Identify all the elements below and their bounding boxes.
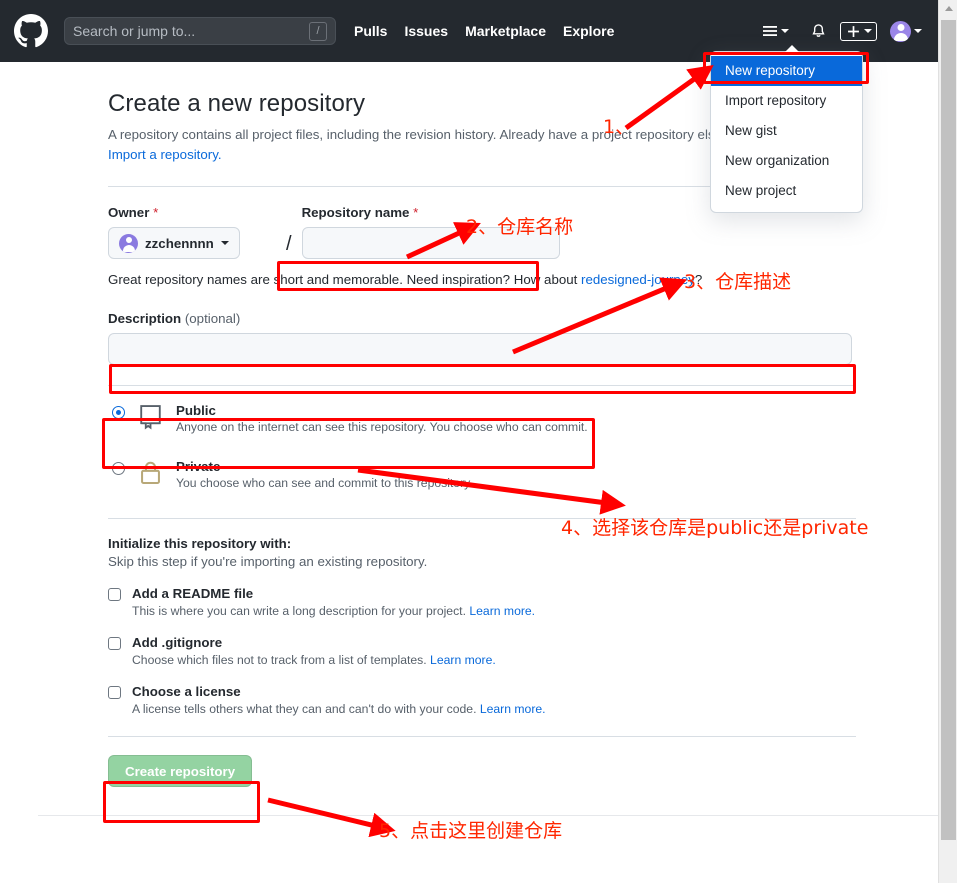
readme-learn-more-link[interactable]: Learn more. xyxy=(469,604,535,618)
chevron-down-icon xyxy=(914,29,922,33)
description-optional-label: (optional) xyxy=(184,311,241,326)
nav-marketplace[interactable]: Marketplace xyxy=(465,23,546,39)
private-radio[interactable] xyxy=(112,462,125,475)
scroll-up-button[interactable] xyxy=(939,0,957,17)
suggested-name-link[interactable]: redesigned-journey xyxy=(581,272,695,287)
divider xyxy=(108,385,856,386)
menu-item-new-organization[interactable]: New organization xyxy=(711,146,862,176)
description-input[interactable] xyxy=(108,333,852,365)
suggestion-prefix: Great repository names are short and mem… xyxy=(108,272,582,287)
license-description-text: A license tells others what they can and… xyxy=(132,702,477,716)
owner-avatar-icon xyxy=(119,233,138,253)
menu-item-new-repository[interactable]: New repository xyxy=(711,56,862,86)
public-description: Anyone on the internet can see this repo… xyxy=(176,420,588,434)
dropdown-caret-icon xyxy=(785,45,799,52)
public-text: Public Anyone on the internet can see th… xyxy=(176,403,588,434)
owner-select-button[interactable]: zzchennnn xyxy=(108,227,240,259)
scrollbar-thumb[interactable] xyxy=(941,20,956,840)
owner-label-text: Owner xyxy=(108,205,150,220)
description-label: Description (optional) xyxy=(108,311,938,326)
create-new-dropdown-menu: New repository Import repository New gis… xyxy=(710,45,863,213)
plus-icon xyxy=(848,25,859,37)
lock-icon xyxy=(137,459,164,491)
owner-required-mark: * xyxy=(153,205,159,220)
visibility-option-public[interactable]: Public Anyone on the internet can see th… xyxy=(108,394,938,444)
divider xyxy=(108,736,856,737)
gitignore-checkbox[interactable] xyxy=(108,637,121,650)
bell-icon[interactable] xyxy=(810,23,827,40)
license-learn-more-link[interactable]: Learn more. xyxy=(480,702,546,716)
nav-pulls[interactable]: Pulls xyxy=(354,23,387,39)
import-repository-link[interactable]: Import a repository. xyxy=(108,147,222,162)
readme-description-text: This is where you can write a long descr… xyxy=(132,604,466,618)
annotation-label-4: 4、选择该仓库是public还是private xyxy=(561,517,869,539)
chevron-down-icon xyxy=(781,29,789,33)
annotation-label-3: 3、仓库描述 xyxy=(684,271,792,293)
chevron-down-icon xyxy=(220,241,229,245)
search-placeholder: Search or jump to... xyxy=(73,23,196,39)
visibility-option-private[interactable]: Private You choose who can see and commi… xyxy=(108,450,938,500)
option-choose-license[interactable]: Choose a license xyxy=(108,684,938,699)
annotation-label-5: 5、点击这里创建仓库 xyxy=(379,820,563,842)
search-input[interactable]: Search or jump to... / xyxy=(64,17,336,45)
owner-field: Owner * zzchennnn xyxy=(108,205,276,259)
owner-name: zzchennnn xyxy=(145,235,214,251)
hamburger-menu-icon[interactable] xyxy=(762,23,789,39)
option-add-gitignore[interactable]: Add .gitignore xyxy=(108,635,938,650)
readme-checkbox[interactable] xyxy=(108,588,121,601)
gitignore-learn-more-link[interactable]: Learn more. xyxy=(430,653,496,667)
chevron-up-icon xyxy=(944,6,953,11)
chevron-down-icon xyxy=(864,29,872,33)
license-title: Choose a license xyxy=(132,684,241,699)
public-title: Public xyxy=(176,403,216,418)
vertical-scrollbar[interactable] xyxy=(938,0,957,883)
create-new-button[interactable] xyxy=(840,21,877,41)
initialize-subheading: Skip this step if you're importing an ex… xyxy=(108,554,428,569)
page-scroll-area: Search or jump to... / Pulls Issues Mark… xyxy=(0,0,938,883)
option-add-readme[interactable]: Add a README file xyxy=(108,586,938,601)
annotation-label-2: 2、仓库名称 xyxy=(466,216,574,238)
gitignore-title: Add .gitignore xyxy=(132,635,223,650)
annotation-label-1: 1、 xyxy=(603,116,635,138)
nav-explore[interactable]: Explore xyxy=(563,23,614,39)
gitignore-description-text: Choose which files not to track from a l… xyxy=(132,653,427,667)
readme-description: This is where you can write a long descr… xyxy=(132,604,938,618)
create-repository-button[interactable]: Create repository xyxy=(108,755,253,787)
repository-name-label-text: Repository name xyxy=(301,205,410,220)
visibility-options: Public Anyone on the internet can see th… xyxy=(108,394,938,500)
repo-book-icon xyxy=(137,403,164,435)
primary-nav: Pulls Issues Marketplace Explore xyxy=(354,23,614,39)
owner-label: Owner * xyxy=(108,205,276,220)
nav-issues[interactable]: Issues xyxy=(404,23,448,39)
subtitle-text: A repository contains all project files,… xyxy=(108,127,766,142)
github-logo-icon[interactable] xyxy=(14,14,48,48)
repository-name-required-mark: * xyxy=(413,205,419,220)
license-checkbox[interactable] xyxy=(108,686,121,699)
avatar[interactable] xyxy=(890,20,922,42)
menu-item-new-gist[interactable]: New gist xyxy=(711,116,862,146)
gitignore-description: Choose which files not to track from a l… xyxy=(132,653,938,667)
public-radio[interactable] xyxy=(112,406,125,419)
readme-title: Add a README file xyxy=(132,586,254,601)
repository-name-suggestion: Great repository names are short and mem… xyxy=(108,270,938,289)
menu-item-import-repository[interactable]: Import repository xyxy=(711,86,862,116)
license-description: A license tells others what they can and… xyxy=(132,702,938,716)
private-description: You choose who can see and commit to thi… xyxy=(176,476,473,490)
header-actions xyxy=(762,20,922,42)
menu-item-new-project[interactable]: New project xyxy=(711,176,862,206)
private-title: Private xyxy=(176,459,221,474)
description-label-text: Description xyxy=(108,311,182,326)
private-text: Private You choose who can see and commi… xyxy=(176,459,473,490)
initialize-section: Initialize this repository with: Skip th… xyxy=(108,536,938,716)
description-field: Description (optional) xyxy=(108,311,938,365)
search-shortcut-key: / xyxy=(309,21,327,41)
path-separator: / xyxy=(286,233,292,255)
